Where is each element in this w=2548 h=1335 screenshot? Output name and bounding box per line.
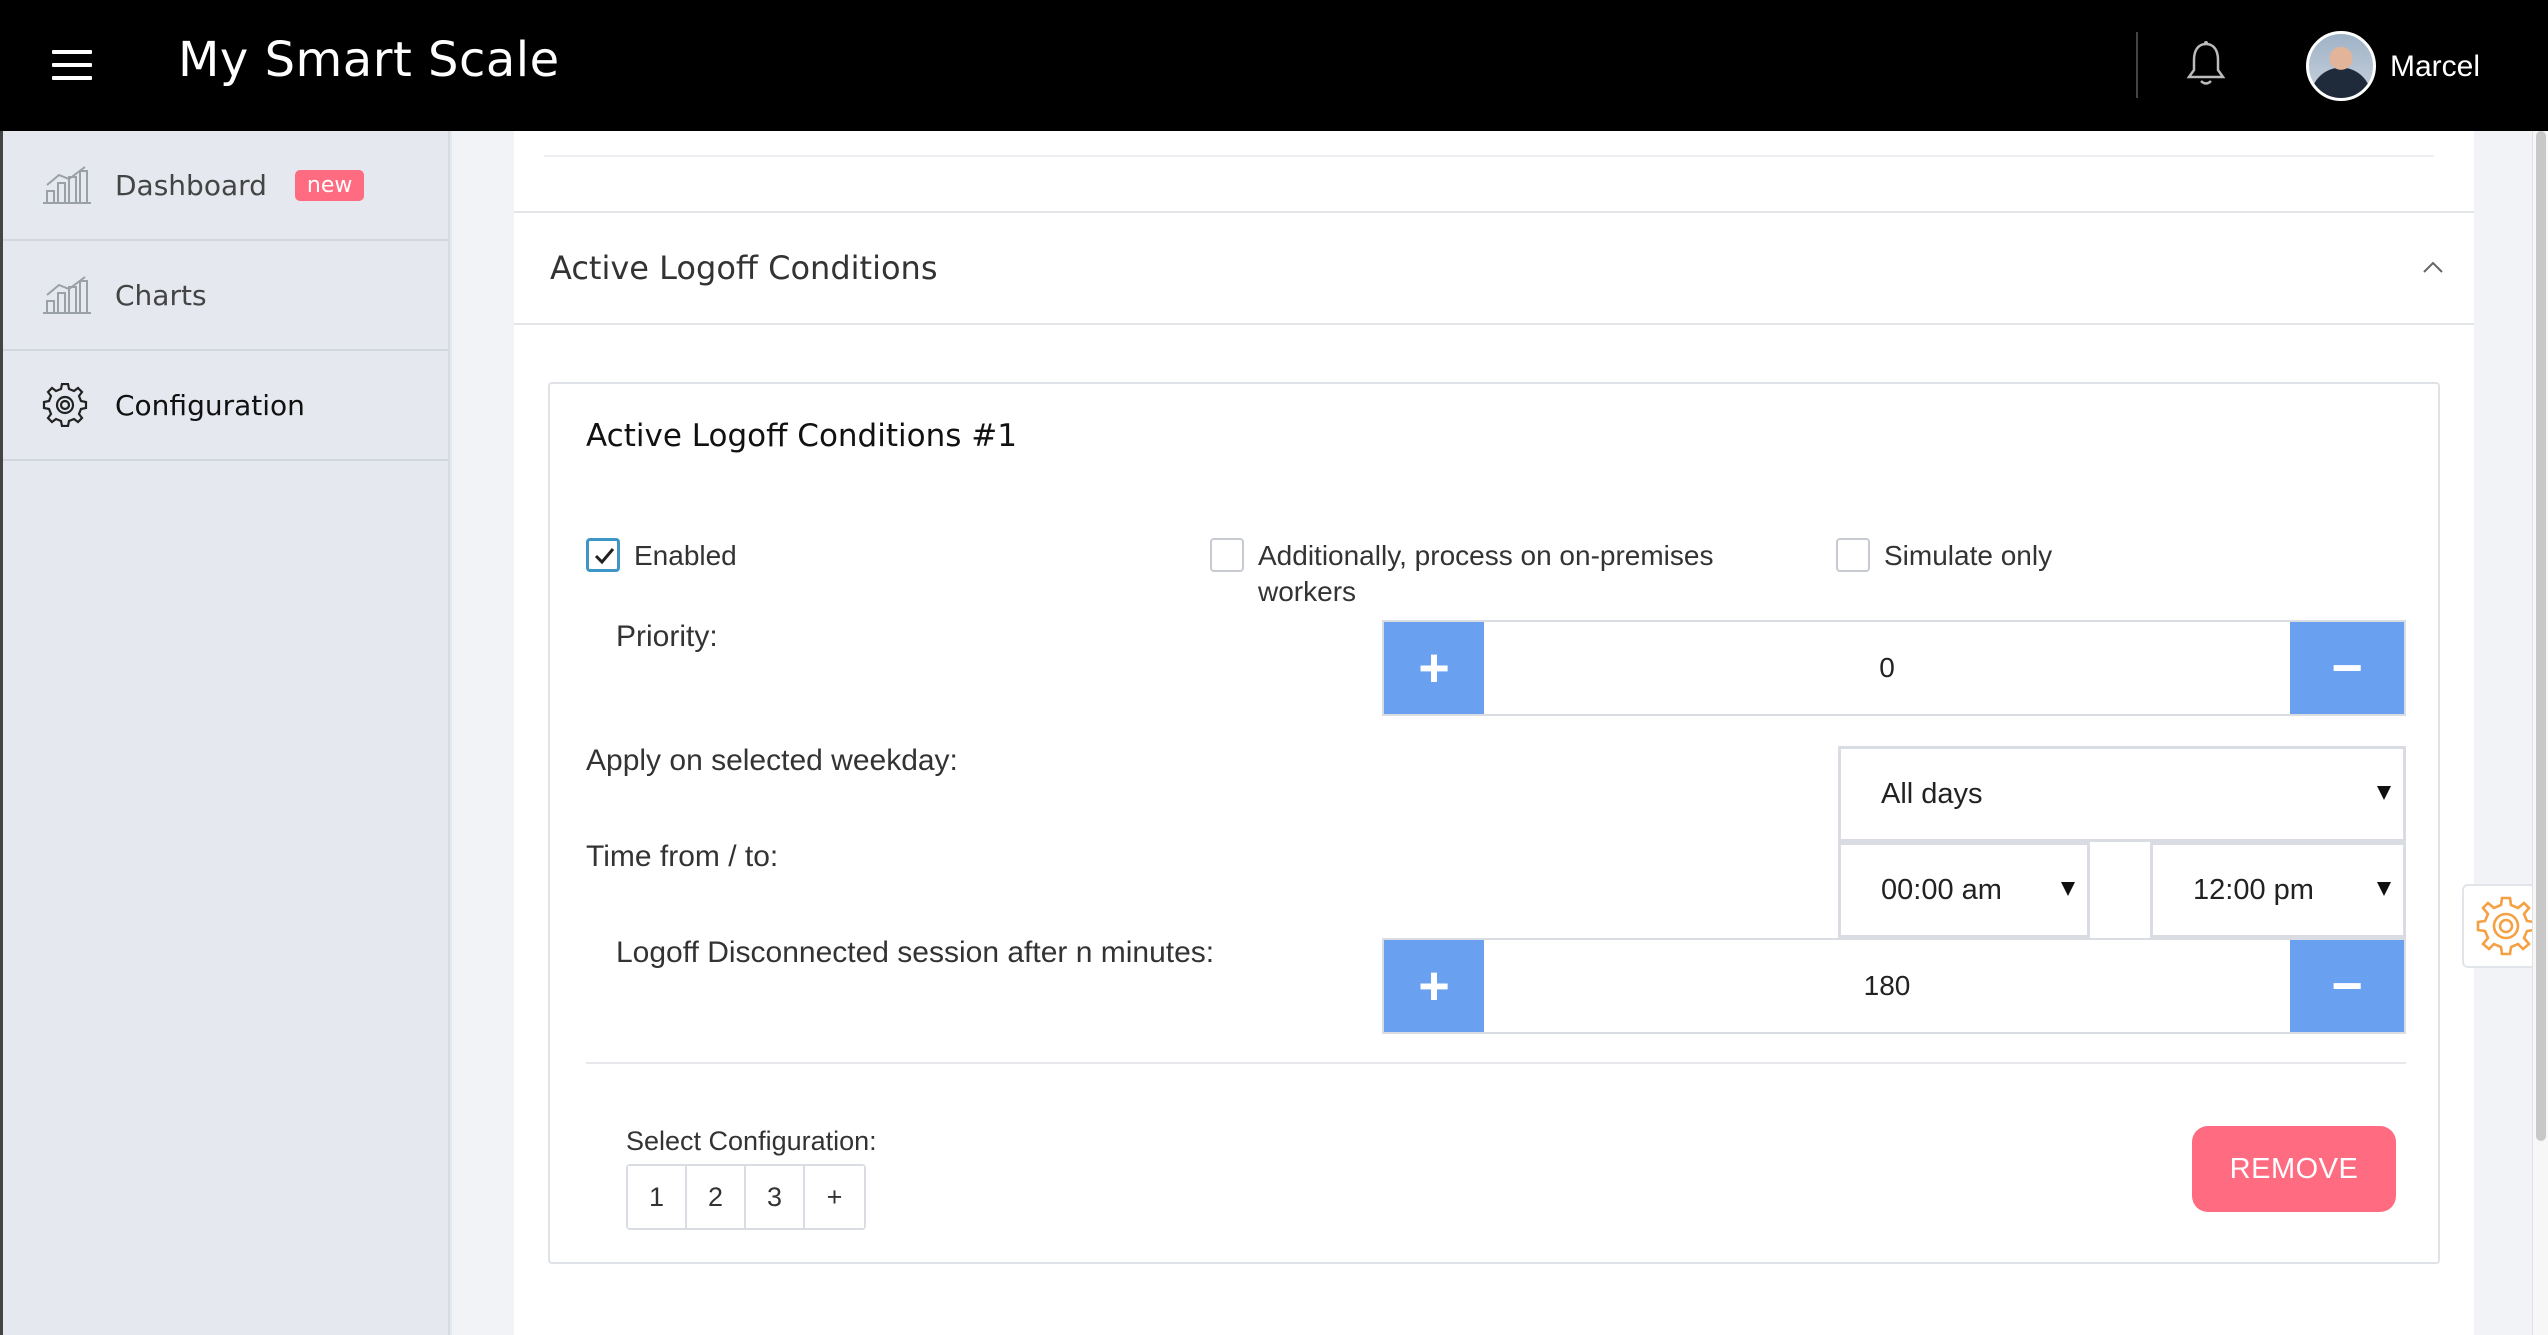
divider	[586, 1062, 2406, 1064]
gear-icon	[42, 383, 88, 427]
sidebar: Dashboard new Charts Configuration	[0, 131, 450, 1335]
enabled-label: Enabled	[634, 540, 737, 571]
simulate-only-checkbox[interactable]: Simulate only	[1836, 538, 2052, 574]
sidebar-item-charts[interactable]: Charts	[3, 241, 448, 351]
logoff-minutes-stepper: + −	[1382, 938, 2406, 1034]
gear-icon	[2476, 896, 2536, 956]
chevron-up-icon[interactable]	[2422, 257, 2444, 279]
time-to-value: 12:00 pm	[2193, 873, 2314, 906]
checkbox-unchecked[interactable]	[1210, 538, 1244, 572]
caret-down-icon	[2377, 786, 2391, 800]
time-from-value: 00:00 am	[1881, 873, 2002, 906]
sidebar-item-label: Charts	[115, 278, 207, 312]
select-configuration-label: Select Configuration:	[626, 1126, 877, 1156]
app-title: My Smart Scale	[178, 32, 560, 88]
scrollbar[interactable]	[2532, 131, 2548, 1335]
configuration-selector: 1 2 3 +	[626, 1164, 866, 1230]
weekday-selected-value: All days	[1881, 777, 1983, 810]
priority-label: Priority:	[616, 620, 718, 653]
sidebar-item-dashboard[interactable]: Dashboard new	[3, 131, 448, 241]
logoff-condition-card: Active Logoff Conditions #1 Enabled Addi…	[548, 382, 2440, 1264]
scrollbar-thumb[interactable]	[2536, 131, 2546, 1141]
checkbox-unchecked[interactable]	[1836, 538, 1870, 572]
on-premises-label: Additionally, process on on-premises wor…	[1258, 538, 1713, 610]
sidebar-item-label: Configuration	[115, 388, 305, 422]
previous-section-footer	[514, 131, 2474, 213]
time-from-select[interactable]: 00:00 am	[1838, 842, 2090, 938]
sidebar-item-configuration[interactable]: Configuration	[3, 351, 448, 461]
caret-down-icon	[2061, 882, 2075, 896]
on-premises-label-line1: Additionally, process on on-premises	[1258, 540, 1714, 571]
sidebar-item-label: Dashboard	[115, 168, 267, 202]
logoff-minutes-input[interactable]	[1484, 940, 2290, 1032]
remove-button[interactable]: REMOVE	[2192, 1126, 2396, 1212]
caret-down-icon	[2377, 882, 2391, 896]
logoff-minutes-label: Logoff Disconnected session after n minu…	[616, 936, 1215, 969]
priority-input[interactable]	[1484, 622, 2290, 714]
weekday-select[interactable]: All days	[1838, 746, 2406, 842]
priority-increment-button[interactable]: +	[1384, 622, 1484, 714]
bar-chart-icon	[43, 166, 91, 204]
config-button-3[interactable]: 3	[746, 1166, 805, 1228]
enabled-checkbox[interactable]: Enabled	[586, 538, 737, 574]
logoff-minutes-increment-button[interactable]: +	[1384, 940, 1484, 1032]
on-premises-checkbox[interactable]: Additionally, process on on-premises wor…	[1210, 538, 1713, 610]
config-button-1[interactable]: 1	[628, 1166, 687, 1228]
simulate-only-label: Simulate only	[1884, 540, 2053, 571]
section-header-active-logoff[interactable]: Active Logoff Conditions	[514, 213, 2474, 325]
logoff-minutes-decrement-button[interactable]: −	[2290, 940, 2404, 1032]
time-to-select[interactable]: 12:00 pm	[2150, 842, 2406, 938]
on-premises-label-line2: workers	[1258, 576, 1357, 607]
hamburger-menu-icon[interactable]	[52, 50, 92, 80]
checkbox-checked[interactable]	[586, 538, 620, 572]
user-name[interactable]: Marcel	[2390, 50, 2480, 84]
time-range-label: Time from / to:	[586, 840, 779, 873]
top-bar: My Smart Scale Marcel	[0, 0, 2548, 131]
config-button-2[interactable]: 2	[687, 1166, 746, 1228]
bar-chart-icon	[43, 276, 91, 314]
priority-decrement-button[interactable]: −	[2290, 622, 2404, 714]
weekday-label: Apply on selected weekday:	[586, 744, 958, 777]
bell-icon[interactable]	[2186, 40, 2226, 88]
section-title: Active Logoff Conditions	[550, 249, 938, 287]
add-config-button[interactable]: +	[805, 1166, 864, 1228]
priority-stepper: + −	[1382, 620, 2406, 716]
card-title: Active Logoff Conditions #1	[586, 418, 1017, 454]
new-badge: new	[294, 169, 365, 201]
topbar-divider	[2136, 32, 2138, 98]
user-avatar[interactable]	[2306, 31, 2376, 101]
